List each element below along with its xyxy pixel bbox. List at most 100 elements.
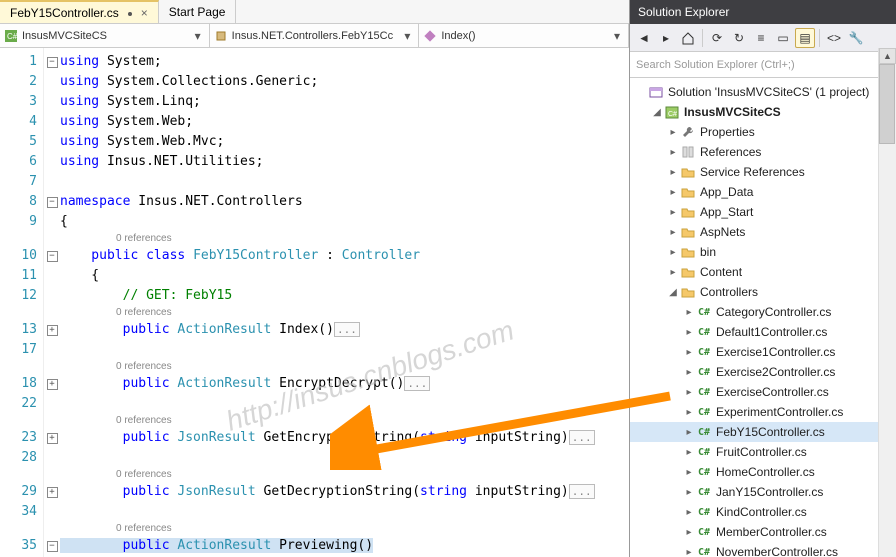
expand-toggle-icon[interactable]: ▸ <box>682 487 696 498</box>
expand-toggle-icon[interactable]: ▸ <box>666 147 680 158</box>
fold-toggle[interactable]: − <box>47 541 58 552</box>
search-input[interactable] <box>636 59 890 71</box>
tree-item[interactable]: ▸C#FebY15Controller.cs <box>630 422 896 442</box>
solexp-search[interactable] <box>630 52 896 78</box>
tree-item-label: bin <box>700 245 892 259</box>
codelens-references[interactable]: 0 references <box>116 522 629 536</box>
folder-icon <box>680 284 696 300</box>
folder-icon <box>680 204 696 220</box>
tree-item[interactable]: ▸References <box>630 142 896 162</box>
expand-toggle-icon[interactable]: ▸ <box>682 367 696 378</box>
tree-item-label: App_Data <box>700 185 892 199</box>
codelens-references[interactable]: 0 references <box>116 414 629 428</box>
expand-toggle-icon[interactable]: ▸ <box>666 207 680 218</box>
expand-toggle-icon[interactable]: ▸ <box>682 527 696 538</box>
tree-item[interactable]: ▸C#ExperimentController.cs <box>630 402 896 422</box>
pin-icon[interactable] <box>125 8 135 18</box>
expand-toggle-icon[interactable]: ▸ <box>666 227 680 238</box>
solexp-toolbar: ◄ ▸ ⟳ ↻ ≡ ▭ ▤ <> 🔧 <box>630 24 896 52</box>
fold-toggle[interactable]: − <box>47 251 58 262</box>
tree-item[interactable]: ▸C#MemberController.cs <box>630 522 896 542</box>
tree-item-label: Exercise1Controller.cs <box>716 345 892 359</box>
fold-toggle[interactable]: + <box>47 379 58 390</box>
tab-active-file[interactable]: FebY15Controller.cs × <box>0 0 159 23</box>
tree-item-label: HomeController.cs <box>716 465 892 479</box>
tree-item-label: Solution 'InsusMVCSiteCS' (1 project) <box>668 85 892 99</box>
fold-toggle[interactable]: + <box>47 325 58 336</box>
expand-toggle-icon[interactable]: ▸ <box>682 547 696 557</box>
tree-item[interactable]: ▸App_Start <box>630 202 896 222</box>
tree-item[interactable]: ▸ App_Data <box>630 182 896 202</box>
tree-item[interactable]: ◢C#InsusMVCSiteCS <box>630 102 896 122</box>
tree-item-label: FebY15Controller.cs <box>716 425 892 439</box>
sync-icon[interactable]: ⟳ <box>707 28 727 48</box>
fold-toggle[interactable]: − <box>47 57 58 68</box>
tree-item[interactable]: ▸C#FruitController.cs <box>630 442 896 462</box>
show-all-icon[interactable]: ▭ <box>773 28 793 48</box>
preview-icon[interactable]: ▤ <box>795 28 815 48</box>
tree-item[interactable]: ▸C#JanY15Controller.cs <box>630 482 896 502</box>
codelens-references[interactable]: 0 references <box>116 468 629 482</box>
tab-label: Start Page <box>169 5 226 19</box>
nav-member-combo[interactable]: Index() ▾ <box>419 24 629 47</box>
tree-item[interactable]: ▸Service References <box>630 162 896 182</box>
tree-item[interactable]: ▸C#KindController.cs <box>630 502 896 522</box>
expand-toggle-icon[interactable]: ▸ <box>682 347 696 358</box>
expand-toggle-icon[interactable]: ▸ <box>682 507 696 518</box>
collapse-icon[interactable]: ≡ <box>751 28 771 48</box>
tree-item[interactable]: ▸Properties <box>630 122 896 142</box>
expand-toggle-icon[interactable]: ▸ <box>682 387 696 398</box>
expand-toggle-icon[interactable]: ▸ <box>682 327 696 338</box>
expand-toggle-icon[interactable]: ◢ <box>650 107 664 118</box>
folder-icon <box>680 164 696 180</box>
tree-item[interactable]: ▸C#CategoryController.cs <box>630 302 896 322</box>
codelens-references[interactable]: 0 references <box>116 306 629 320</box>
fold-toggle[interactable]: − <box>47 197 58 208</box>
expand-toggle-icon[interactable]: ▸ <box>682 447 696 458</box>
tree-item[interactable]: ▸C#NovemberController.cs <box>630 542 896 557</box>
tree-item[interactable]: ◢Controllers <box>630 282 896 302</box>
home-icon[interactable] <box>678 28 698 48</box>
expand-toggle-icon[interactable]: ▸ <box>666 167 680 178</box>
expand-toggle-icon[interactable]: ▸ <box>666 127 680 138</box>
expand-toggle-icon[interactable]: ▸ <box>666 247 680 258</box>
expand-toggle-icon[interactable]: ▸ <box>682 467 696 478</box>
codelens-references[interactable]: 0 references <box>116 232 629 246</box>
fold-toggle[interactable]: + <box>47 487 58 498</box>
expand-toggle-icon[interactable]: ▸ <box>682 427 696 438</box>
tree-item[interactable]: ▸C#Exercise1Controller.cs <box>630 342 896 362</box>
scroll-up-icon[interactable]: ▲ <box>879 48 896 64</box>
code-editor[interactable]: using System;using System.Collections.Ge… <box>60 48 629 557</box>
tree-item[interactable]: Solution 'InsusMVCSiteCS' (1 project) <box>630 82 896 102</box>
expand-toggle-icon[interactable]: ◢ <box>666 287 680 298</box>
tab-start-page[interactable]: Start Page <box>159 0 237 23</box>
scroll-thumb[interactable] <box>879 64 895 144</box>
code-icon[interactable]: <> <box>824 28 844 48</box>
back-icon[interactable]: ◄ <box>634 28 654 48</box>
tree-item[interactable]: ▸Content <box>630 262 896 282</box>
fold-toggle[interactable]: + <box>47 433 58 444</box>
tree-item[interactable]: ▸C#Exercise2Controller.cs <box>630 362 896 382</box>
tree-item[interactable]: ▸C#Default1Controller.cs <box>630 322 896 342</box>
properties-icon[interactable]: 🔧 <box>846 28 866 48</box>
expand-toggle-icon[interactable]: ▸ <box>682 307 696 318</box>
tree-item[interactable]: ▸AspNets <box>630 222 896 242</box>
tree-item-label: FruitController.cs <box>716 445 892 459</box>
expand-toggle-icon[interactable]: ▸ <box>666 267 680 278</box>
solution-explorer: Solution Explorer ◄ ▸ ⟳ ↻ ≡ ▭ ▤ <> 🔧 Sol… <box>630 0 896 557</box>
codelens-references[interactable]: 0 references <box>116 360 629 374</box>
close-icon[interactable]: × <box>141 6 148 20</box>
nav-project-combo[interactable]: C# InsusMVCSiteCS ▾ <box>0 24 210 47</box>
tree-item[interactable]: ▸C# HomeController.cs <box>630 462 896 482</box>
vertical-scrollbar[interactable]: ▲ <box>878 48 896 557</box>
refresh-icon[interactable]: ↻ <box>729 28 749 48</box>
tree-item[interactable]: ▸C#ExerciseController.cs <box>630 382 896 402</box>
forward-icon[interactable]: ▸ <box>656 28 676 48</box>
expand-toggle-icon[interactable]: ▸ <box>682 407 696 418</box>
cs-icon: C# <box>696 464 712 480</box>
tree-item[interactable]: ▸ bin <box>630 242 896 262</box>
nav-class-combo[interactable]: Insus.NET.Controllers.FebY15Cc ▾ <box>210 24 420 47</box>
solution-tree[interactable]: Solution 'InsusMVCSiteCS' (1 project)◢C#… <box>630 78 896 557</box>
panel-title: Solution Explorer <box>630 0 896 24</box>
expand-toggle-icon[interactable]: ▸ <box>666 187 680 198</box>
